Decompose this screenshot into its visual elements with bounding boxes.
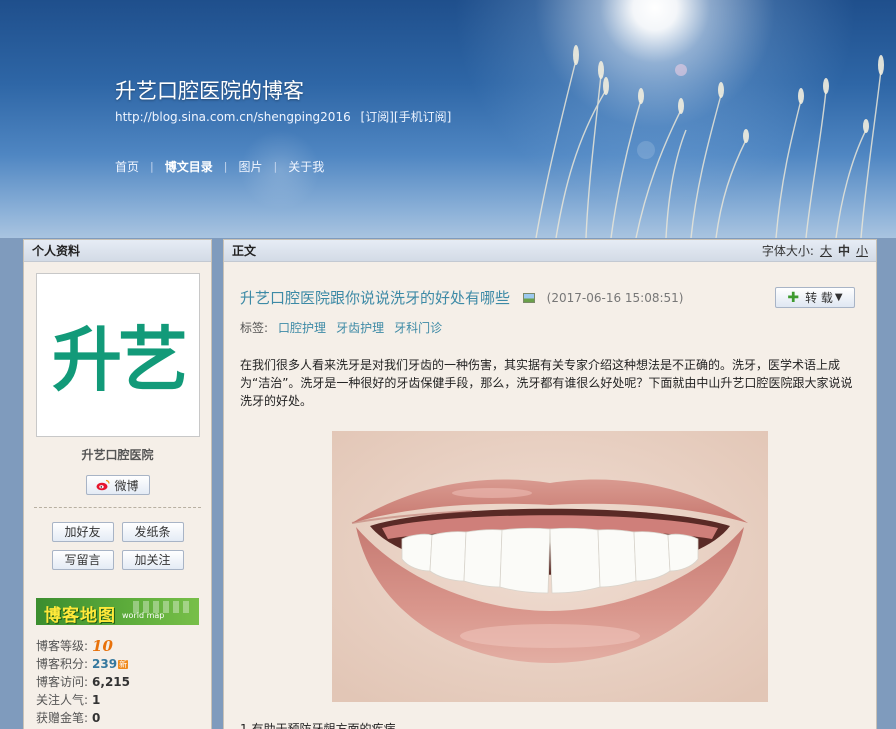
stat-label: 获赠金笔: <box>36 711 89 725</box>
nav-home[interactable]: 首页 <box>115 158 139 175</box>
blog-header: 升艺口腔医院的博客 http://blog.sina.com.cn/shengp… <box>0 0 896 238</box>
header-grass-decoration <box>535 45 884 238</box>
repost-label: 转 载 <box>805 291 833 305</box>
mobile-subscribe-link[interactable]: [手机订阅] <box>394 110 451 124</box>
map-banner-title: 博客地图 <box>44 606 116 625</box>
blog-map-banner[interactable]: 博客地图 world map <box>36 598 199 625</box>
send-note-button[interactable]: 发纸条 <box>121 522 184 542</box>
profile-sidebar: 个人资料 升艺 升艺口腔医院 微博 加好友 发纸条 写留言 加关注 博客地图 w… <box>23 239 212 729</box>
image-icon <box>522 292 535 303</box>
tags-label: 标签: <box>240 321 269 335</box>
weibo-label: 微博 <box>114 478 139 493</box>
profile-actions: 加好友 发纸条 写留言 加关注 <box>24 522 211 570</box>
map-decoration <box>133 601 193 613</box>
tag-link[interactable]: 牙齿护理 <box>336 321 384 335</box>
stat-level: 博客等级: 10 <box>36 637 211 655</box>
article-panel: 正文 字体大小: 大中小 升艺口腔医院跟你说说洗牙的好处有哪些 (2017-06-… <box>223 239 877 729</box>
stat-label: 博客访问: <box>36 675 89 689</box>
nav-photos[interactable]: 图片 <box>238 158 262 175</box>
article-panel-header: 正文 字体大小: 大中小 <box>224 240 876 262</box>
post-date: (2017-06-16 15:08:51) <box>546 290 684 305</box>
stat-label: 关注人气: <box>36 693 89 707</box>
blog-stats: 博客等级: 10 博客积分: 239 新 博客访问: 6,215 关注人气: 1… <box>36 637 211 727</box>
stat-popularity: 关注人气: 1 <box>36 691 211 709</box>
tag-link[interactable]: 口腔护理 <box>278 321 326 335</box>
stat-visits: 博客访问: 6,215 <box>36 673 211 691</box>
subscribe-link[interactable]: [订阅] <box>361 110 394 124</box>
stat-value: 0 <box>92 711 101 725</box>
weibo-button[interactable]: 微博 <box>85 475 150 495</box>
section-label: 正文 <box>232 244 257 258</box>
stat-label: 博客等级: <box>36 639 89 653</box>
leave-message-button[interactable]: 写留言 <box>51 550 114 570</box>
font-size-label: 字体大小: <box>761 244 814 258</box>
nav-article-list[interactable]: 博文目录 <box>165 158 213 175</box>
owner-name: 升艺口腔医院 <box>81 448 154 462</box>
follow-button[interactable]: 加关注 <box>121 550 184 570</box>
font-size-control: 字体大小: 大中小 <box>762 240 868 262</box>
nav-separator: | <box>273 160 278 173</box>
repost-button[interactable]: ✚ 转 载 ▼ <box>775 287 855 308</box>
blog-nav: 首页 | 博文目录 | 图片 | 关于我 <box>115 158 324 175</box>
stat-value: 1 <box>92 693 101 707</box>
shengyi-logo: 升艺 <box>52 319 189 401</box>
nav-about[interactable]: 关于我 <box>288 158 324 175</box>
font-size-small[interactable]: 小 <box>856 244 868 258</box>
teeth-smile-image <box>332 431 768 702</box>
stat-golden-pens: 获赠金笔: 0 <box>36 709 211 727</box>
tag-link[interactable]: 牙科门诊 <box>394 321 442 335</box>
divider <box>34 507 201 508</box>
stat-label: 博客积分: <box>36 657 89 671</box>
logo-text: 升艺 <box>52 319 185 401</box>
blog-url-line: http://blog.sina.com.cn/shengping2016 [订… <box>115 108 451 125</box>
weibo-icon <box>96 479 111 491</box>
smile-photo <box>332 431 768 702</box>
nav-separator: | <box>150 160 154 173</box>
nav-separator: | <box>223 160 228 173</box>
plus-icon: ✚ <box>787 289 800 306</box>
new-badge: 新 <box>118 659 129 669</box>
blog-title[interactable]: 升艺口腔医院的博客 <box>115 75 304 105</box>
blog-url[interactable]: http://blog.sina.com.cn/shengping2016 <box>115 110 351 124</box>
font-size-large[interactable]: 大 <box>820 244 832 258</box>
stat-score: 博客积分: 239 新 <box>36 655 211 673</box>
stat-value: 239 <box>92 657 118 671</box>
stat-value: 10 <box>92 637 113 655</box>
avatar[interactable]: 升艺 <box>35 273 200 437</box>
stat-value: 6,215 <box>92 675 131 689</box>
caret-down-icon: ▼ <box>834 292 843 303</box>
add-friend-button[interactable]: 加好友 <box>51 522 114 542</box>
post-title-row: 升艺口腔医院跟你说说洗牙的好处有哪些 (2017-06-16 15:08:51)… <box>240 287 876 309</box>
post-title[interactable]: 升艺口腔医院跟你说说洗牙的好处有哪些 <box>240 287 510 308</box>
post-paragraph: 在我们很多人看来洗牙是对我们牙齿的一种伤害，其实据有关专家介绍这种想法是不正确的… <box>240 358 853 408</box>
post-list-item: 1.有助于预防牙龈方面的疾病 <box>240 722 396 729</box>
font-size-medium[interactable]: 中 <box>838 244 850 258</box>
post-tags: 标签: 口腔护理 牙齿护理 牙科门诊 <box>240 319 876 336</box>
profile-panel-title: 个人资料 <box>24 240 211 262</box>
